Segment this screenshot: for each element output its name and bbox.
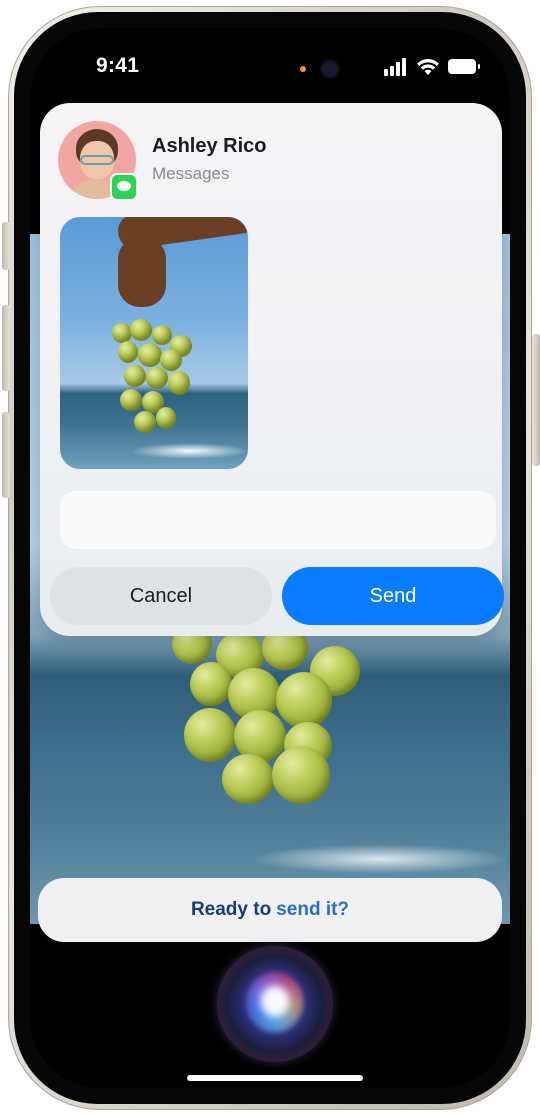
grape [138,343,162,367]
grape [130,319,152,341]
privacy-indicator [300,66,306,72]
send-button[interactable]: Send [282,567,504,625]
grape [152,325,172,345]
photo-attachment[interactable] [60,217,248,469]
grape [222,754,274,804]
app-name: Messages [152,164,230,183]
siri-prompt-highlight: send it? [276,899,350,920]
messages-app-icon [110,173,138,201]
front-camera [322,61,338,77]
siri-prompt-text: Ready to [190,899,272,920]
grape [146,367,168,389]
cancel-button[interactable]: Cancel [50,567,272,625]
message-input[interactable] [60,491,496,549]
grape [118,341,138,363]
grape [190,662,232,706]
grape [124,365,146,387]
screen: 9:41 Ashley Rico Messages Cancel Send Re… [30,28,510,1088]
grape [272,746,330,804]
battery-icon [448,59,480,74]
action-button [2,222,10,270]
grape [184,708,236,762]
clock: 9:41 [96,54,140,77]
siri-orb-icon[interactable] [217,946,333,1062]
grape [156,407,176,429]
wifi-icon [417,59,439,75]
grape [120,389,142,411]
side-button [532,334,540,466]
grape [276,672,332,728]
volume-up-button [2,305,10,391]
grape [112,323,132,343]
home-indicator[interactable] [187,1075,363,1081]
grape [160,349,182,371]
siri-prompt-bubble: Ready to send it? [38,878,502,942]
wave-foam [250,844,510,874]
volume-down-button [2,412,10,498]
status-bar: 9:41 [30,28,510,108]
siri-message-card: Ashley Rico Messages Cancel Send [40,103,504,636]
grape [168,371,190,395]
grape [134,411,156,433]
contact-name: Ashley Rico [152,135,267,157]
